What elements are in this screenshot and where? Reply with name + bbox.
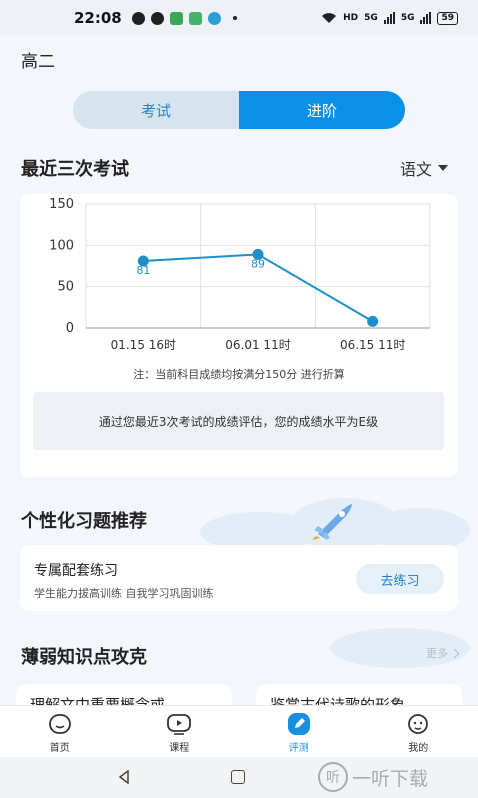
home-button-icon[interactable] — [231, 770, 245, 784]
nav-assessment-label: 评测 — [288, 743, 309, 754]
data-label: 89 — [251, 257, 265, 270]
notification-app-icon — [150, 11, 164, 25]
bottom-nav: 首页 课程 评测 我的 — [0, 705, 478, 757]
status-bar: 22:08 HD 5G 5G 59 — [0, 0, 478, 36]
watermark-text: 一听下载 — [352, 767, 429, 790]
recommend-title: 个性化习题推荐 — [21, 511, 147, 532]
x-tick-label: 01.15 16时 — [111, 338, 176, 352]
nav-profile-label: 我的 — [408, 743, 429, 754]
mode-segmented-control: 考试 进阶 — [73, 91, 405, 129]
network-5g-label: 5G — [364, 13, 378, 23]
grade-label[interactable]: 高二 — [21, 47, 55, 72]
rocket-icon — [312, 504, 352, 540]
nav-home[interactable]: 首页 — [0, 706, 120, 757]
nav-home-label: 首页 — [49, 743, 70, 754]
chevron-right-icon — [449, 648, 460, 658]
watermark: 听 一听下载 — [318, 762, 428, 792]
x-tick-label: 06.15 11时 — [340, 338, 405, 352]
evaluation-text: 通过您最近3次考试的成绩评估，您的成绩水平为E级 — [98, 414, 379, 429]
subject-dropdown[interactable]: 语文 — [400, 156, 448, 180]
more-notifications-icon — [232, 16, 237, 20]
hd-label: HD — [343, 13, 359, 23]
course-play-icon — [166, 712, 192, 736]
notification-app-icon — [188, 11, 202, 25]
status-indicators: HD 5G 5G 59 — [321, 11, 458, 25]
evaluation-box: 通过您最近3次考试的成绩评估，您的成绩水平为E级 — [33, 392, 444, 450]
exam-chart-card: 150 100 50 0 01.15 16时 06.01 11时 06.15 11时 81 89… — [20, 194, 458, 477]
signal-icon — [383, 12, 395, 24]
more-label: 更多 — [426, 647, 448, 660]
tab-exam[interactable]: 考试 — [73, 91, 239, 129]
watermark-logo-icon: 听 — [318, 762, 348, 792]
y-tick-label: 50 — [57, 280, 74, 295]
recent-exams-title: 最近三次考试 — [21, 159, 129, 180]
wifi-icon — [322, 13, 337, 23]
practice-title: 专属配套练习 — [34, 563, 118, 579]
network-5g-label: 5G — [400, 13, 415, 23]
data-point — [367, 315, 379, 327]
practice-card[interactable]: 专属配套练习 学生能力拔高训练 自我学习巩固训练 去练习 — [20, 545, 458, 611]
weak-points-title: 薄弱知识点攻克 — [21, 647, 147, 668]
y-tick-label: 100 — [49, 238, 74, 253]
more-link[interactable]: 更多 — [426, 645, 460, 661]
nav-course-label: 课程 — [169, 743, 190, 754]
subject-label: 语文 — [399, 160, 432, 179]
nav-profile[interactable]: 我的 — [359, 706, 478, 757]
y-tick-label: 150 — [49, 197, 74, 212]
signal-icon — [420, 12, 432, 24]
notification-app-icon — [169, 11, 183, 25]
telegram-icon — [207, 11, 221, 25]
caret-down-icon — [438, 165, 448, 171]
y-tick-label: 0 — [66, 321, 74, 336]
home-face-icon — [47, 712, 73, 736]
score-line-chart: 150 100 50 0 01.15 16时 06.01 11时 06.15 11时 81 89 — [49, 197, 431, 352]
data-label: 81 — [136, 264, 150, 277]
status-time: 22:08 — [74, 9, 122, 27]
chart-note: 注：当前科目成绩均按满分150分 进行折算 — [133, 368, 345, 381]
notification-app-icon — [131, 11, 145, 25]
nav-assessment[interactable]: 评测 — [239, 706, 359, 757]
x-tick-label: 06.01 11时 — [225, 338, 290, 352]
tab-advanced[interactable]: 进阶 — [239, 91, 405, 129]
practice-subtitle: 学生能力拔高训练 自我学习巩固训练 — [34, 587, 214, 600]
assessment-pen-icon — [286, 712, 312, 736]
nav-course[interactable]: 课程 — [120, 706, 240, 757]
battery-icon: 59 — [437, 11, 458, 25]
back-icon[interactable] — [117, 770, 131, 784]
profile-face-icon — [405, 712, 431, 736]
go-practice-button[interactable]: 去练习 — [356, 564, 444, 594]
